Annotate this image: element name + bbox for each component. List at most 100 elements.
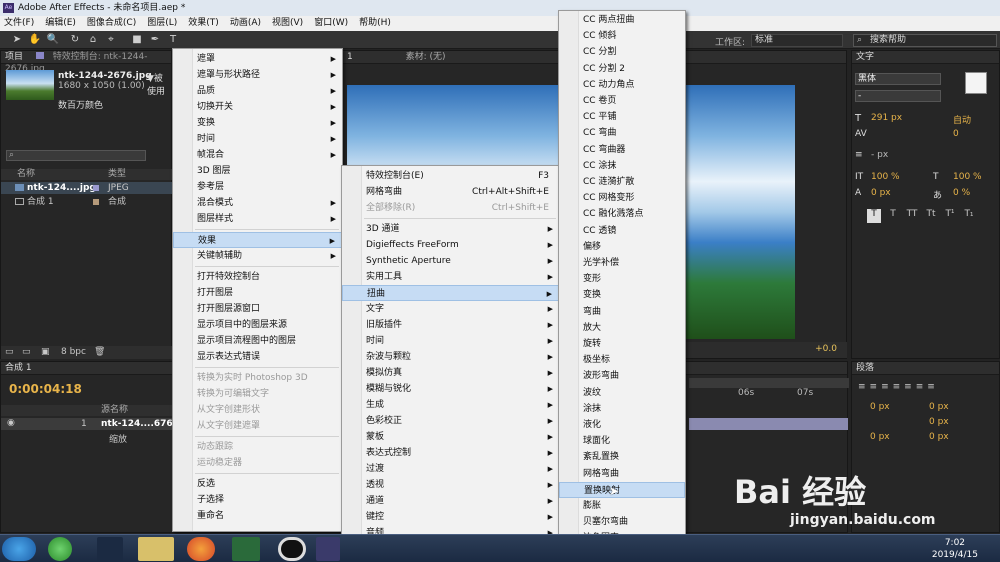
- menu-item[interactable]: 色彩校正 ▶: [342, 413, 559, 429]
- menu-item[interactable]: 旋转: [559, 336, 685, 352]
- menu-item[interactable]: Synthetic Aperture ▶: [342, 253, 559, 269]
- stroke-width-value[interactable]: - px: [871, 150, 888, 160]
- menu-item[interactable]: 表达式控制 ▶: [342, 445, 559, 461]
- menu-item[interactable]: 网格弯曲: [559, 466, 685, 482]
- menubar-item[interactable]: 文件(F): [4, 16, 34, 31]
- menu-item[interactable]: 图层样式 ▶: [173, 211, 342, 227]
- text-tool-icon[interactable]: T: [166, 33, 180, 47]
- space-after-value[interactable]: 0 px: [929, 432, 949, 442]
- menu-item[interactable]: 生成 ▶: [342, 397, 559, 413]
- menu-item[interactable]: 涂抹: [559, 401, 685, 417]
- menu-item[interactable]: 贝塞尔弯曲: [559, 514, 685, 530]
- work-area-bar[interactable]: [689, 378, 849, 388]
- subscript-button[interactable]: T₁: [962, 209, 976, 223]
- menu-item[interactable]: 混合模式 ▶: [173, 195, 342, 211]
- menu-item[interactable]: 打开图层: [173, 285, 342, 301]
- menu-item[interactable]: 弯曲: [559, 304, 685, 320]
- font-family-select[interactable]: 黑体: [855, 73, 941, 85]
- tracking-value[interactable]: 0: [953, 129, 959, 139]
- menu-item[interactable]: 打开特效控制台: [173, 269, 342, 285]
- menu-item[interactable]: 置换映射: [559, 481, 685, 498]
- menu-item[interactable]: CC 两点扭曲: [559, 12, 685, 28]
- new-composition-icon[interactable]: ▣: [41, 347, 50, 357]
- project-item[interactable]: ntk-124....jpg JPEG: [1, 182, 172, 194]
- timecode[interactable]: 0:00:04:18: [9, 382, 82, 396]
- menu-item[interactable]: 网格弯曲 Ctrl+Alt+Shift+E: [342, 184, 559, 200]
- menu-item[interactable]: 旧版插件 ▶: [342, 317, 559, 333]
- pan-behind-tool-icon[interactable]: ⌖: [104, 33, 118, 47]
- footage-tab[interactable]: 素材: (无): [406, 52, 446, 62]
- rectangle-tool-icon[interactable]: ■: [130, 33, 144, 47]
- menu-item[interactable]: CC 卷页: [559, 93, 685, 109]
- superscript-button[interactable]: T¹: [943, 209, 957, 223]
- zoom-tool-icon[interactable]: 🔍: [46, 33, 60, 47]
- menu-item[interactable]: 3D 通道 ▶: [342, 221, 559, 237]
- space-before-value[interactable]: 0 px: [870, 432, 890, 442]
- menu-item[interactable]: 光学补偿: [559, 255, 685, 271]
- start-button[interactable]: [2, 537, 36, 561]
- taskbar-app-icon[interactable]: [232, 537, 260, 561]
- menu-item[interactable]: 模糊与锐化 ▶: [342, 381, 559, 397]
- paragraph-tab[interactable]: 段落: [856, 363, 874, 373]
- after-effects-taskbar-icon[interactable]: [316, 537, 340, 561]
- rotate-tool-icon[interactable]: ↻: [68, 33, 82, 47]
- menu-item[interactable]: 扭曲 ▶: [342, 285, 559, 301]
- menu-item[interactable]: 子选择: [173, 492, 342, 508]
- menu-item[interactable]: CC 弯曲: [559, 125, 685, 141]
- baseline-value[interactable]: 0 px: [871, 188, 891, 198]
- menu-item[interactable]: 模拟仿真 ▶: [342, 365, 559, 381]
- menu-item[interactable]: 变换 ▶: [173, 115, 342, 131]
- pen-tool-icon[interactable]: ✒: [148, 33, 162, 47]
- menu-item[interactable]: CC 涂抹: [559, 158, 685, 174]
- menubar-item[interactable]: 效果(T): [188, 16, 219, 31]
- menu-item[interactable]: 放大: [559, 320, 685, 336]
- viewer-tab-number[interactable]: 1: [347, 52, 353, 62]
- visibility-eye-icon[interactable]: ◉: [7, 418, 15, 428]
- menu-item[interactable]: 遮罩 ▶: [173, 51, 342, 67]
- menu-item[interactable]: 文字 ▶: [342, 301, 559, 317]
- workspace-select[interactable]: 标准: [751, 34, 843, 47]
- search-help-input[interactable]: ⌕ 搜索帮助: [853, 34, 997, 47]
- menu-item[interactable]: 变形: [559, 271, 685, 287]
- menu-item[interactable]: CC 网格变形: [559, 190, 685, 206]
- scale-property[interactable]: 缩放: [109, 432, 127, 445]
- project-tab[interactable]: 项目: [5, 52, 23, 62]
- menubar-item[interactable]: 窗口(W): [314, 16, 348, 31]
- faux-bold-button[interactable]: T: [867, 209, 881, 223]
- menu-item[interactable]: 过渡 ▶: [342, 461, 559, 477]
- new-folder-icon[interactable]: ▭: [22, 347, 31, 357]
- trash-icon[interactable]: 🗑: [94, 347, 105, 357]
- indent-first-value[interactable]: 0 px: [929, 417, 949, 427]
- menu-item[interactable]: 效果 ▶: [173, 232, 342, 248]
- record-icon[interactable]: [278, 537, 306, 561]
- selection-tool-icon[interactable]: ➤: [10, 33, 24, 47]
- hand-tool-icon[interactable]: ✋: [28, 33, 42, 47]
- small-caps-button[interactable]: Tt: [924, 209, 938, 223]
- menubar-item[interactable]: 图像合成(C): [87, 16, 136, 31]
- timeline-tab[interactable]: 合成 1: [5, 363, 32, 373]
- font-size-value[interactable]: 291 px: [871, 113, 902, 123]
- menu-item[interactable]: 杂波与颗粒 ▶: [342, 349, 559, 365]
- menu-item[interactable]: CC 分割: [559, 44, 685, 60]
- menu-item[interactable]: 特效控制台(E) F3: [342, 168, 559, 184]
- menu-item[interactable]: 液化: [559, 417, 685, 433]
- tsume-value[interactable]: 0 %: [953, 188, 970, 198]
- menu-item[interactable]: CC 融化溅落点: [559, 206, 685, 222]
- vertical-scale-value[interactable]: 100 %: [871, 172, 900, 182]
- menu-item[interactable]: 极坐标: [559, 352, 685, 368]
- menu-item[interactable]: 蒙板 ▶: [342, 429, 559, 445]
- menu-item[interactable]: CC 倾斜: [559, 28, 685, 44]
- faux-italic-button[interactable]: T: [886, 209, 900, 223]
- menu-item[interactable]: Digieffects FreeForm ▶: [342, 237, 559, 253]
- menu-item[interactable]: CC 平铺: [559, 109, 685, 125]
- bpc-label[interactable]: 8 bpc: [61, 347, 86, 357]
- menubar-item[interactable]: 编辑(E): [45, 16, 76, 31]
- system-clock[interactable]: 7:02 2019/4/15: [932, 537, 978, 561]
- project-search-input[interactable]: ⌕: [6, 150, 146, 161]
- menu-item[interactable]: 切换开关 ▶: [173, 99, 342, 115]
- interpret-footage-icon[interactable]: ▭: [5, 347, 14, 357]
- menu-item[interactable]: 显示项目流程图中的图层: [173, 333, 342, 349]
- menu-item[interactable]: 显示项目中的图层来源: [173, 317, 342, 333]
- menu-item[interactable]: 时间 ▶: [342, 333, 559, 349]
- menu-item[interactable]: 打开图层源窗口: [173, 301, 342, 317]
